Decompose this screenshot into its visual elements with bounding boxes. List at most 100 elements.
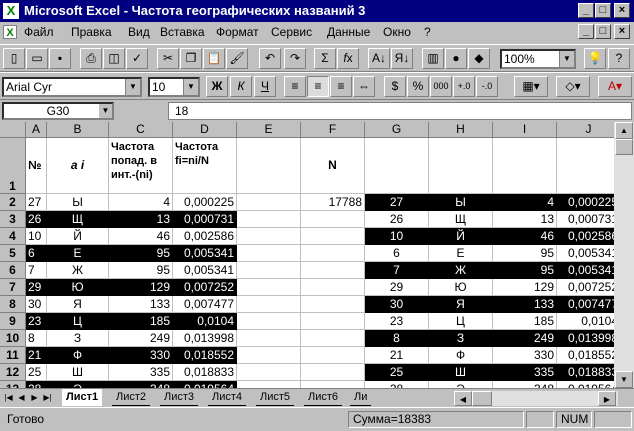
cell-frequency-copy[interactable]: 0,018552 [557, 347, 614, 364]
cell-letter[interactable]: Ц [47, 313, 109, 330]
cell-empty[interactable] [237, 381, 301, 388]
cell-count-copy[interactable]: 95 [493, 245, 557, 262]
cell-letter-copy[interactable]: Э [429, 381, 493, 388]
bold-button[interactable]: Ж [206, 76, 228, 97]
cell-frequency-copy[interactable]: 0,000731 [557, 211, 614, 228]
cell-frequency[interactable]: 0,005341 [173, 245, 237, 262]
cut-icon[interactable]: ✂ [157, 48, 179, 69]
align-right-icon[interactable]: ≡ [330, 76, 352, 97]
drawing-icon[interactable]: ◆ [468, 48, 490, 69]
header-cell-h[interactable] [429, 138, 493, 194]
close-button[interactable]: × [614, 3, 630, 18]
col-header-d[interactable]: D [173, 122, 237, 138]
doc-minimize-button[interactable]: _ [578, 24, 594, 39]
borders-icon[interactable]: ▦▾ [514, 76, 548, 97]
cell-count[interactable]: 95 [109, 262, 173, 279]
cell-letter[interactable]: Ж [47, 262, 109, 279]
italic-button[interactable]: К [230, 76, 252, 97]
col-header-a[interactable]: A [26, 122, 47, 138]
row-header[interactable]: 7 [0, 279, 26, 296]
spelling-icon[interactable]: ✓ [126, 48, 148, 69]
chart-wizard-icon[interactable]: ▥ [422, 48, 444, 69]
cell-number-copy[interactable]: 23 [365, 313, 429, 330]
cell-letter[interactable]: Ф [47, 347, 109, 364]
row-header[interactable]: 8 [0, 296, 26, 313]
spreadsheet-grid[interactable]: A B C D E F G H I J 1 № a i Частота попа… [0, 122, 614, 388]
cell-letter-copy[interactable]: Ф [429, 347, 493, 364]
cell-letter[interactable]: Ы [47, 194, 109, 211]
cell-frequency[interactable]: 0,002586 [173, 228, 237, 245]
cell-empty[interactable] [237, 279, 301, 296]
cell-count[interactable]: 13 [109, 211, 173, 228]
cell-letter-copy[interactable]: Ю [429, 279, 493, 296]
cell-empty[interactable] [237, 211, 301, 228]
new-icon[interactable]: ▯ [3, 48, 25, 69]
cell-frequency[interactable]: 0,013998 [173, 330, 237, 347]
col-header-i[interactable]: I [493, 122, 557, 138]
header-cell-freq-count[interactable]: Частота попад. в инт.-(ni) [109, 138, 173, 194]
cell-frequency-copy[interactable]: 0,019564 [557, 381, 614, 388]
cell-n-total[interactable] [301, 313, 365, 330]
cell-frequency-copy[interactable]: 0,000225 [557, 194, 614, 211]
redo-icon[interactable]: ↷ [284, 48, 306, 69]
merge-center-icon[interactable]: ⇔ [353, 76, 375, 97]
cell-count-copy[interactable]: 129 [493, 279, 557, 296]
menu-tools[interactable]: Сервис [271, 25, 312, 39]
name-box-dropdown-icon[interactable]: ▼ [99, 104, 112, 118]
tab-sheet5[interactable]: Лист5 [256, 389, 295, 406]
cell-count[interactable]: 330 [109, 347, 173, 364]
cell-number[interactable]: 27 [26, 194, 47, 211]
horizontal-scrollbar[interactable]: ◀ ▶ [454, 391, 618, 406]
cell-count-copy[interactable]: 330 [493, 347, 557, 364]
scroll-left-icon[interactable]: ◀ [454, 391, 472, 406]
scroll-up-icon[interactable]: ▲ [615, 122, 633, 139]
row-header[interactable]: 11 [0, 347, 26, 364]
cell-count[interactable]: 335 [109, 364, 173, 381]
cell-frequency-copy[interactable]: 0,018833 [557, 364, 614, 381]
cell-number-copy[interactable]: 25 [365, 364, 429, 381]
cell-number-copy[interactable]: 21 [365, 347, 429, 364]
paste-icon[interactable]: 📋 [203, 48, 225, 69]
cell-number[interactable]: 25 [26, 364, 47, 381]
row-header[interactable]: 9 [0, 313, 26, 330]
cell-count-copy[interactable]: 185 [493, 313, 557, 330]
cell-frequency[interactable]: 0,007252 [173, 279, 237, 296]
thousands-button[interactable]: 000 [430, 76, 452, 97]
menu-view[interactable]: Вид [128, 25, 150, 39]
cell-letter[interactable]: Ш [47, 364, 109, 381]
header-cell-g[interactable] [365, 138, 429, 194]
cell-letter[interactable]: Й [47, 228, 109, 245]
excel-app-icon[interactable]: X [3, 3, 19, 19]
cell-number-copy[interactable]: 26 [365, 211, 429, 228]
cell-number-copy[interactable]: 30 [365, 296, 429, 313]
cell-number-copy[interactable]: 10 [365, 228, 429, 245]
cell-letter[interactable]: Е [47, 245, 109, 262]
cell-frequency[interactable]: 0,018552 [173, 347, 237, 364]
tab-last-icon[interactable]: ▶| [41, 391, 54, 405]
font-select[interactable]: Arial Cyr ▼ [2, 77, 142, 97]
cell-letter-copy[interactable]: Щ [429, 211, 493, 228]
currency-icon[interactable]: $ [384, 76, 406, 97]
cell-number[interactable]: 6 [26, 245, 47, 262]
cell-n-total[interactable] [301, 211, 365, 228]
cell-number-copy[interactable]: 29 [365, 279, 429, 296]
row-header[interactable]: 3 [0, 211, 26, 228]
cell-letter[interactable]: Я [47, 296, 109, 313]
font-size-select[interactable]: 10 ▼ [148, 77, 200, 97]
scroll-right-icon[interactable]: ▶ [598, 391, 616, 406]
cell-frequency-copy[interactable]: 0,007252 [557, 279, 614, 296]
cell-frequency-copy[interactable]: 0,002586 [557, 228, 614, 245]
tab-first-icon[interactable]: |◀ [2, 391, 15, 405]
cell-n-total[interactable] [301, 364, 365, 381]
cell-n-total[interactable] [301, 245, 365, 262]
cell-letter-copy[interactable]: З [429, 330, 493, 347]
cell-count-copy[interactable]: 249 [493, 330, 557, 347]
header-cell-e[interactable] [237, 138, 301, 194]
percent-button[interactable]: % [407, 76, 429, 97]
cell-letter[interactable]: Щ [47, 211, 109, 228]
zoom-select[interactable]: 100% ▼ [500, 49, 576, 69]
tab-sheet1[interactable]: Лист1 [62, 389, 103, 406]
tab-sheet6[interactable]: Лист6 [304, 389, 343, 406]
decrease-decimal-button[interactable]: -.0 [476, 76, 498, 97]
cell-n-total[interactable]: 17788 [301, 194, 365, 211]
